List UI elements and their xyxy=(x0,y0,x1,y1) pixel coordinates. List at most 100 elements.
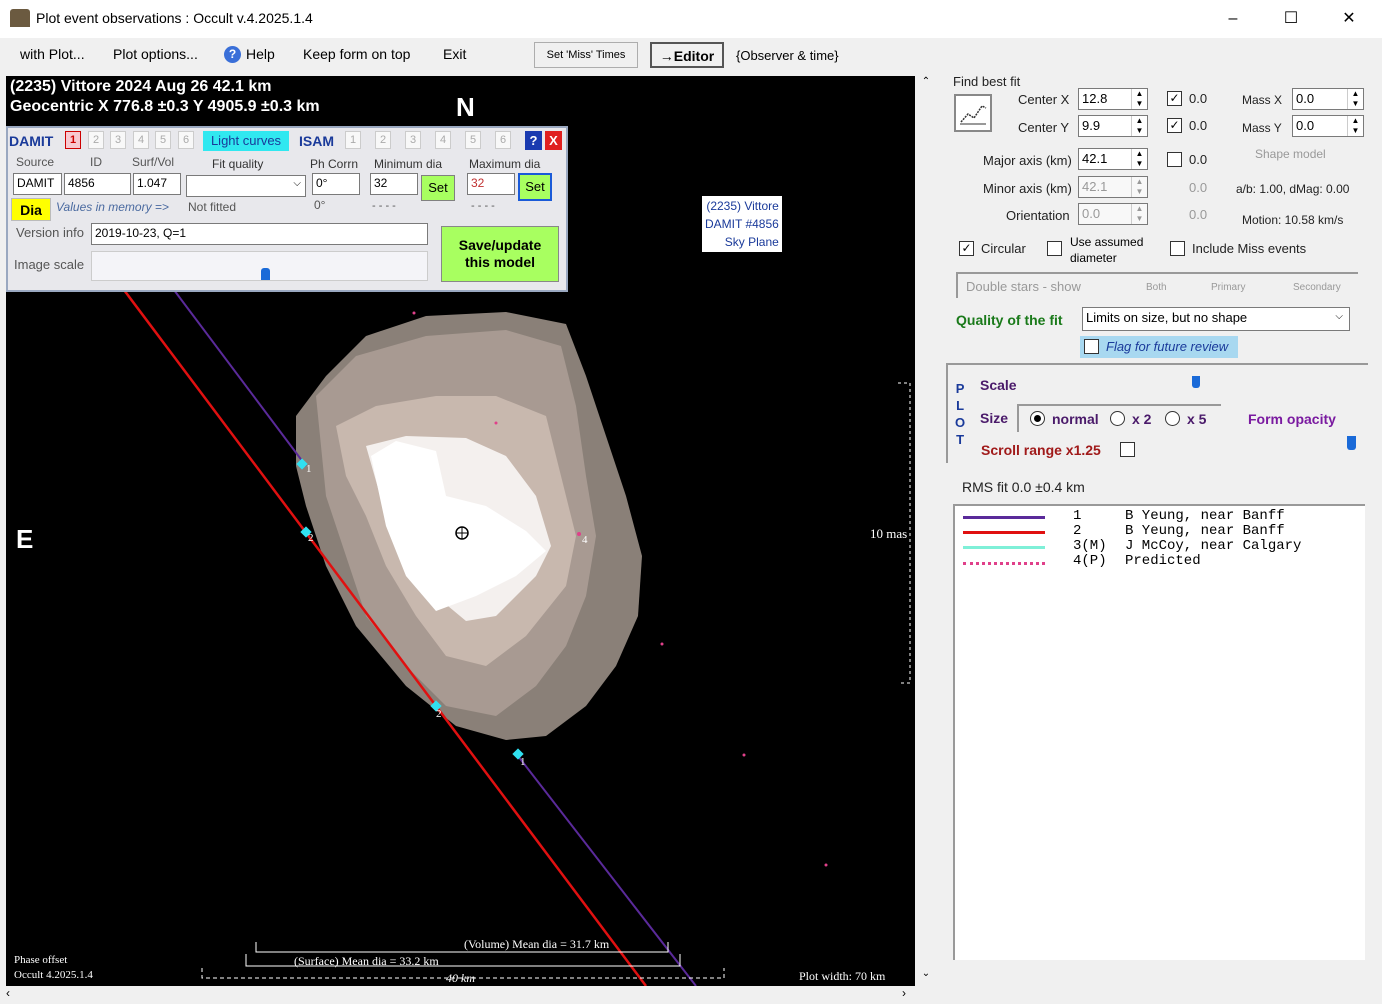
damit-tab-4[interactable]: 4 xyxy=(133,131,149,149)
spin-arrows-icon[interactable]: ▲ ▼ xyxy=(1347,89,1363,109)
major-axis-label: Major axis (km) xyxy=(983,153,1072,168)
damit-tab-3[interactable]: 3 xyxy=(110,131,126,149)
scroll-range-checkbox[interactable] xyxy=(1120,442,1135,457)
model-close-button[interactable]: X xyxy=(545,131,562,150)
ph-corr-memory: 0° xyxy=(314,198,326,212)
min-dia-field[interactable]: 32 xyxy=(370,173,418,195)
plot-letter: O xyxy=(955,415,966,430)
dia-button[interactable]: Dia xyxy=(11,198,51,221)
vertical-scrollbar[interactable]: ⌃ ⌄ xyxy=(918,76,934,986)
model-help-button[interactable]: ? xyxy=(525,131,542,150)
center-y-input[interactable]: 9.9 ▲ ▼ xyxy=(1078,115,1148,137)
quality-of-fit-label: Quality of the fit xyxy=(956,312,1063,328)
surf-vol-field[interactable]: 1.047 xyxy=(133,173,181,195)
legend-observer: Predicted xyxy=(1125,553,1201,569)
use-assumed-checkbox[interactable] xyxy=(1047,241,1062,256)
size-x2-radio[interactable] xyxy=(1110,411,1125,426)
scale-slider-thumb[interactable] xyxy=(1192,376,1200,388)
quality-value: Limits on size, but no shape xyxy=(1086,310,1248,325)
center-x-checkbox[interactable]: ✓ xyxy=(1167,91,1182,106)
damit-tab-6[interactable]: 6 xyxy=(178,131,194,149)
menu-help[interactable]: Help xyxy=(246,46,275,62)
image-scale-slider[interactable] xyxy=(91,251,428,281)
version-info-field[interactable]: 2019-10-23, Q=1 xyxy=(91,223,428,245)
isam-tab-6[interactable]: 6 xyxy=(495,131,511,149)
center-x-input[interactable]: 12.8 ▲ ▼ xyxy=(1078,88,1148,110)
mass-x-value: 0.0 xyxy=(1296,91,1315,106)
best-fit-button[interactable] xyxy=(954,94,992,132)
observer-time-link[interactable]: {Observer & time} xyxy=(736,48,839,63)
minor-axis-input[interactable]: 42.1 ▲ ▼ xyxy=(1078,176,1148,198)
ph-corr-field[interactable]: 0° xyxy=(312,173,360,195)
major-axis-checkbox[interactable] xyxy=(1167,152,1182,167)
menu-plot-options[interactable]: Plot options... xyxy=(113,46,198,62)
isam-label: ISAM xyxy=(299,133,334,149)
editor-button[interactable]: →Editor xyxy=(650,42,724,68)
version-label: Occult 4.2025.1.4 xyxy=(14,969,93,981)
isam-tab-4[interactable]: 4 xyxy=(435,131,451,149)
source-field[interactable]: DAMIT xyxy=(13,173,62,195)
phase-offset-label: Phase offset xyxy=(14,954,68,966)
close-button[interactable]: ✕ xyxy=(1326,4,1372,34)
isam-tab-2[interactable]: 2 xyxy=(375,131,391,149)
circular-checkbox[interactable]: ✓ xyxy=(959,241,974,256)
primary-option[interactable]: Primary xyxy=(1211,282,1245,293)
set-miss-times-button[interactable]: Set 'Miss' Times xyxy=(534,42,638,68)
spin-arrows-icon[interactable]: ▲ ▼ xyxy=(1131,204,1147,224)
secondary-option[interactable]: Secondary xyxy=(1293,282,1341,293)
include-miss-checkbox[interactable] xyxy=(1170,241,1185,256)
spin-arrows-icon[interactable]: ▲ ▼ xyxy=(1131,177,1147,197)
min-dia-memory: - - - - xyxy=(372,200,396,212)
light-curves-button[interactable]: Light curves xyxy=(203,131,289,151)
spin-arrows-icon[interactable]: ▲ ▼ xyxy=(1131,116,1147,136)
fit-quality-select[interactable]: ⌵ xyxy=(186,175,306,197)
scale-label: Scale xyxy=(980,377,1017,393)
plot-letter: P xyxy=(955,381,965,396)
mass-y-input[interactable]: 0.0 ▲ ▼ xyxy=(1292,115,1364,137)
legend-number: 2 xyxy=(1073,523,1082,539)
center-y-fix-value: 0.0 xyxy=(1189,118,1208,133)
scroll-up-icon[interactable]: ⌃ xyxy=(918,76,934,87)
isam-tab-5[interactable]: 5 xyxy=(465,131,481,149)
opacity-slider-thumb[interactable] xyxy=(1347,436,1356,450)
help-icon[interactable]: ? xyxy=(224,46,241,63)
spin-arrows-icon[interactable]: ▲ ▼ xyxy=(1131,89,1147,109)
set-min-button[interactable]: Set xyxy=(421,175,455,201)
damit-tab-1[interactable]: 1 xyxy=(65,131,81,149)
spin-arrows-icon[interactable]: ▲ ▼ xyxy=(1347,116,1363,136)
damit-tab-5[interactable]: 5 xyxy=(155,131,171,149)
size-normal-radio[interactable] xyxy=(1030,411,1045,426)
isam-tab-1[interactable]: 1 xyxy=(345,131,361,149)
damit-tab-2[interactable]: 2 xyxy=(88,131,104,149)
save-model-button[interactable]: Save/update this model xyxy=(441,226,559,282)
spin-arrows-icon[interactable]: ▲ ▼ xyxy=(1131,149,1147,169)
minimize-button[interactable]: – xyxy=(1210,4,1256,34)
center-y-checkbox[interactable]: ✓ xyxy=(1167,118,1182,133)
set-max-button[interactable]: Set xyxy=(518,173,552,201)
legend-swatch xyxy=(963,546,1045,549)
menu-exit[interactable]: Exit xyxy=(443,46,466,62)
horizontal-scrollbar[interactable]: ‹ › xyxy=(6,986,915,1002)
surf-vol-label: Surf/Vol xyxy=(132,155,175,169)
isam-tab-3[interactable]: 3 xyxy=(405,131,421,149)
slider-thumb[interactable] xyxy=(261,268,270,280)
size-x5-radio[interactable] xyxy=(1165,411,1180,426)
quality-select[interactable]: Limits on size, but no shape ⌵ xyxy=(1082,307,1350,331)
major-axis-input[interactable]: 42.1 ▲ ▼ xyxy=(1078,148,1148,170)
maximize-button[interactable]: ☐ xyxy=(1268,4,1314,34)
mass-x-input[interactable]: 0.0 ▲ ▼ xyxy=(1292,88,1364,110)
menu-with-plot[interactable]: with Plot... xyxy=(20,46,85,62)
flag-review-checkbox[interactable] xyxy=(1084,339,1099,354)
scale-mas-label: 10 mas xyxy=(870,526,908,541)
scroll-right-icon[interactable]: › xyxy=(902,986,906,1000)
orientation-input[interactable]: 0.0 ▲ ▼ xyxy=(1078,203,1148,225)
max-dia-field[interactable]: 32 xyxy=(467,173,515,195)
minor-axis-label: Minor axis (km) xyxy=(983,181,1072,196)
legend-swatch xyxy=(963,516,1045,519)
scroll-left-icon[interactable]: ‹ xyxy=(6,986,10,1000)
legend-observer: B Yeung, near Banff xyxy=(1125,523,1285,539)
menu-keep-on-top[interactable]: Keep form on top xyxy=(303,46,410,62)
scroll-down-icon[interactable]: ⌄ xyxy=(918,968,934,979)
both-option[interactable]: Both xyxy=(1146,282,1167,293)
id-field[interactable]: 4856 xyxy=(64,173,131,195)
